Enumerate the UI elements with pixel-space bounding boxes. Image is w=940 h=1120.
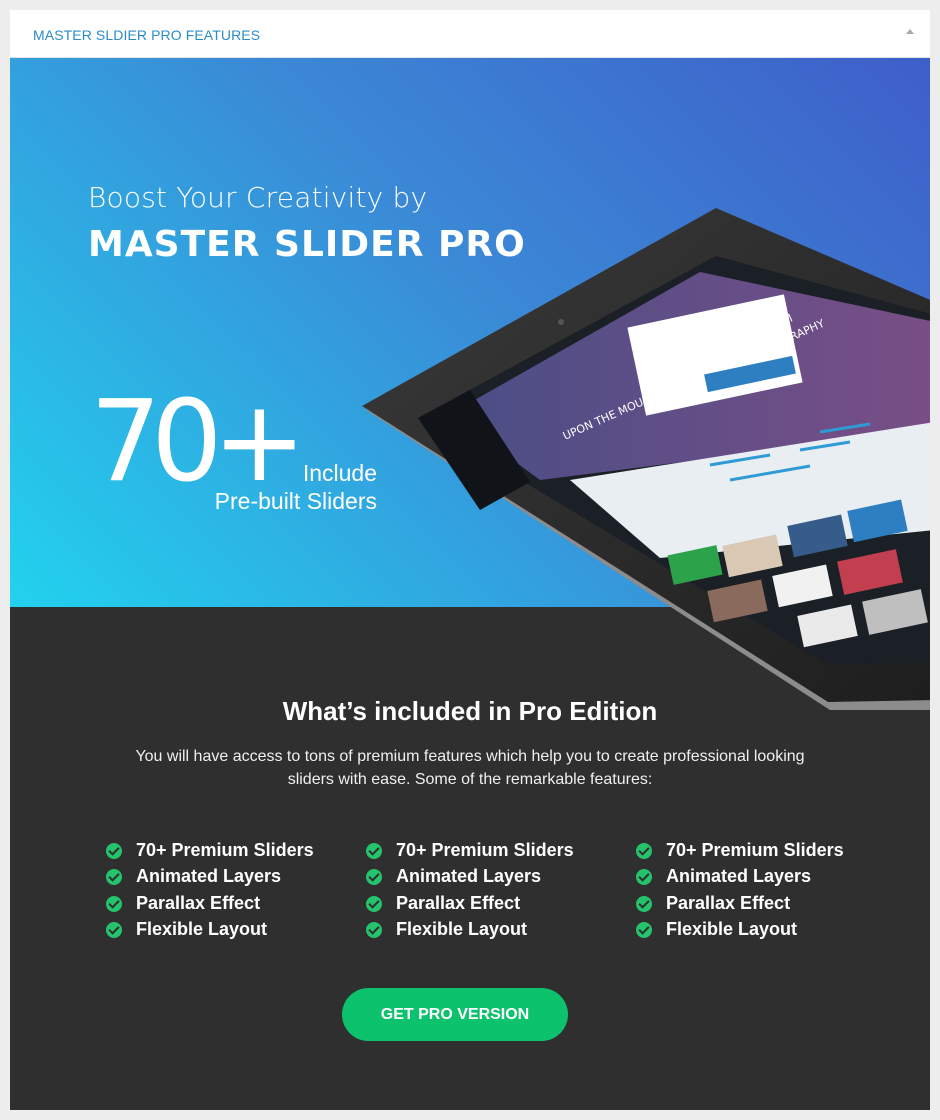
check-circle-icon xyxy=(106,869,122,886)
check-circle-icon xyxy=(636,843,652,859)
check-circle-icon xyxy=(106,895,122,912)
hero-banner: Boost Your Creativity by MASTER SLIDER P… xyxy=(10,58,930,607)
check-circle-icon xyxy=(366,869,382,886)
features-panel: MASTER SLDIER PRO FEATURES Boost Your Cr… xyxy=(10,10,930,1110)
check-circle-icon xyxy=(366,895,382,912)
check-circle-icon xyxy=(636,895,652,912)
check-circle-icon xyxy=(106,843,122,859)
check-circle-icon xyxy=(366,843,382,859)
hero-title: MASTER SLIDER PRO xyxy=(88,224,526,265)
slider-count-label-1: Include xyxy=(302,460,377,486)
get-pro-version-button[interactable]: GET PRO VERSION xyxy=(342,988,568,1041)
triangle-up-icon[interactable] xyxy=(906,29,914,34)
slider-count-label-2: Pre-built Sliders xyxy=(214,488,377,514)
included-description: You will have access to tons of premium … xyxy=(135,748,805,788)
slider-count: 70+ xyxy=(90,377,306,507)
check-circle-icon xyxy=(636,921,652,938)
check-circle-icon xyxy=(366,921,382,938)
included-title: What’s included in Pro Edition xyxy=(282,696,658,726)
panel-header[interactable]: MASTER SLDIER PRO FEATURES xyxy=(10,10,930,58)
check-circle-icon xyxy=(636,869,652,886)
hero-pre-title: Boost Your Creativity by xyxy=(88,181,428,214)
check-circle-icon xyxy=(106,921,122,938)
panel-title: MASTER SLDIER PRO FEATURES xyxy=(33,27,261,43)
